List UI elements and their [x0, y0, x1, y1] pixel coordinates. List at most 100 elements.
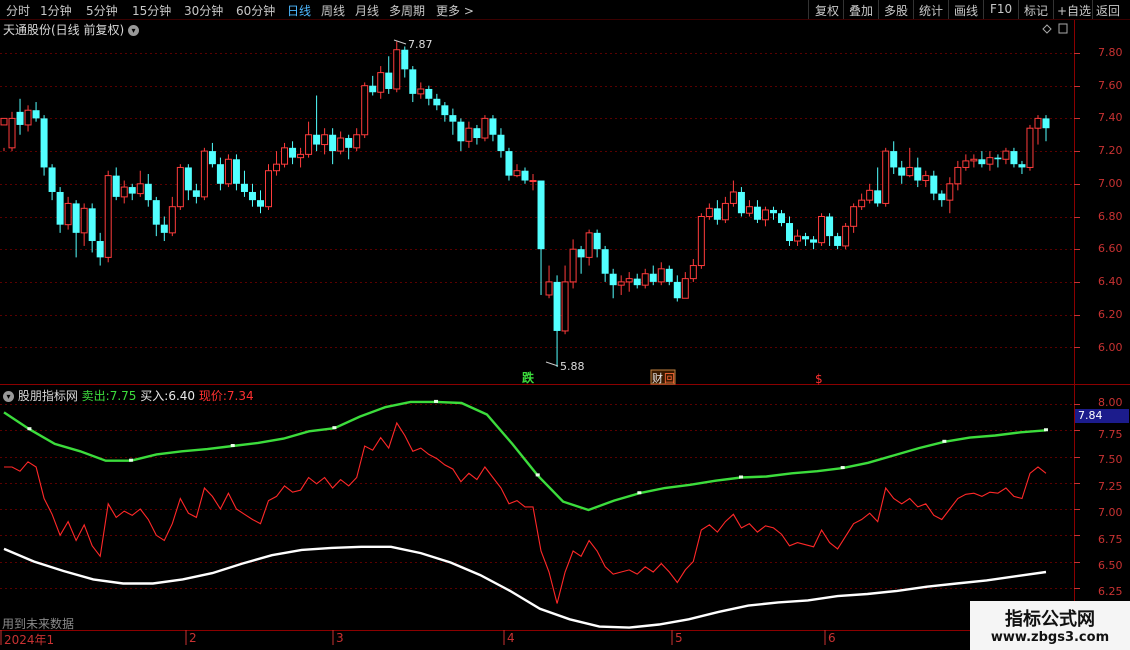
candle-body-down	[192, 190, 200, 197]
candle-body-down	[433, 98, 441, 106]
event-dividend-label: $	[815, 372, 823, 386]
candle-body-up	[281, 147, 289, 165]
sell-line-marker	[535, 473, 540, 477]
candle-body-up	[842, 225, 850, 247]
price-value: 7.34	[226, 389, 254, 403]
candle-body-down	[769, 209, 777, 214]
indicator-tick: 7.00	[1098, 506, 1123, 519]
candle-body-down	[633, 278, 641, 286]
event-finance-label: 财	[652, 371, 663, 385]
candle-body-up	[64, 202, 72, 226]
candle-body-up	[353, 134, 361, 149]
indicator-tick: 6.50	[1098, 559, 1123, 572]
watermark-title: 指标公式网	[1005, 609, 1095, 630]
candle-body-up	[561, 281, 569, 332]
candle-body-up	[297, 153, 305, 159]
candle-body-up	[265, 170, 273, 208]
candle-body-down	[457, 121, 465, 142]
candle-body-up	[80, 207, 88, 234]
candle-body-down	[537, 180, 545, 250]
candle-body-down	[409, 69, 417, 94]
sell-line-marker	[840, 466, 845, 470]
sell-line-marker	[942, 439, 947, 443]
candle-body-up	[377, 72, 385, 93]
candle-body-up	[200, 150, 208, 198]
grid-lines	[0, 53, 1080, 645]
candle-body-up	[818, 216, 826, 244]
candle-body-up	[729, 191, 737, 204]
candle-body-down	[890, 151, 898, 168]
candle-body-up	[513, 170, 521, 177]
dropdown-icon[interactable]: ▾	[3, 391, 14, 402]
date-tick: 3	[336, 631, 344, 645]
candle-body-down	[898, 167, 906, 176]
candle-body-up	[681, 278, 689, 299]
window-icon[interactable]	[1058, 23, 1068, 34]
candle-body-down	[713, 208, 721, 220]
candle-body-down	[385, 72, 393, 89]
candle-body-up	[136, 183, 144, 195]
candle-body-down	[553, 281, 561, 331]
high-price-label-arrow	[393, 39, 407, 45]
candle-body-up	[850, 206, 858, 227]
candle-body-up	[794, 235, 802, 242]
candle-body-up	[761, 209, 769, 221]
sell-line-marker	[332, 426, 337, 430]
candle-body-down	[978, 159, 986, 165]
candle-body-down	[248, 191, 256, 201]
diamond-icon[interactable]	[1042, 24, 1052, 34]
low-price-label-arrow	[545, 361, 559, 367]
candle-body-down	[72, 203, 80, 233]
sell-line-marker	[1044, 428, 1048, 432]
indicator-name: 股朋指标网	[17, 389, 78, 403]
watermark-badge: 指标公式网 www.zbgs3.com	[970, 601, 1130, 650]
candle-body-up	[705, 207, 713, 217]
high-price-label: 7.87	[408, 38, 433, 51]
price-tick: 7.20	[1098, 144, 1123, 157]
candle-body-down	[777, 213, 785, 224]
candle-body-down	[577, 249, 585, 258]
candle-body-up	[922, 175, 930, 182]
price-tick: 6.80	[1098, 210, 1123, 223]
date-tick: 5	[675, 631, 683, 645]
buy-value: 6.40	[168, 389, 196, 403]
candle-body-up	[882, 150, 890, 204]
candle-body-down	[874, 190, 882, 204]
candle-body-down	[144, 183, 152, 201]
candle-body-down	[673, 281, 681, 299]
future-data-note: 用到未来数据	[2, 617, 75, 631]
candle-body-down	[473, 128, 481, 139]
candle-body-down	[329, 134, 337, 152]
candle-body-up	[417, 88, 425, 95]
candle-body-down	[449, 115, 457, 122]
candle-body-up	[1002, 150, 1010, 160]
candle-body-down	[184, 167, 192, 191]
buy-line	[3, 545, 1047, 629]
candle-body-up	[906, 166, 914, 177]
candle-body-down	[938, 193, 946, 201]
candle-body-up	[986, 157, 994, 165]
candle-body-down	[256, 200, 264, 207]
candle-body-down	[737, 191, 745, 214]
indicator-tick: 7.25	[1098, 480, 1123, 493]
candle-body-down	[216, 164, 224, 184]
indicator-tick: 6.25	[1098, 585, 1123, 598]
candle-body-down	[441, 105, 449, 116]
buy-label: 买入:	[140, 389, 169, 403]
candle-body-up	[954, 166, 962, 185]
date-tick: 2024年1	[4, 633, 55, 647]
candle-body-up	[569, 248, 577, 283]
candle-body-up	[120, 186, 128, 198]
candle-body-down	[313, 134, 321, 145]
indicator-tick: 6.75	[1098, 533, 1123, 546]
kline-chart: 7.87 5.88 跌 财回 $	[0, 20, 1130, 645]
event-drop-label: 跌	[522, 370, 535, 385]
price-label: 现价:	[198, 389, 227, 403]
candle-body-up	[545, 281, 553, 296]
watermark-url: www.zbgs3.com	[990, 630, 1110, 645]
indicator-tick: 7.50	[1098, 453, 1123, 466]
candle-body-up	[481, 117, 489, 139]
price-tick: 6.40	[1098, 275, 1123, 288]
candle-body-up	[337, 137, 345, 152]
candle-body-down	[994, 157, 1002, 160]
